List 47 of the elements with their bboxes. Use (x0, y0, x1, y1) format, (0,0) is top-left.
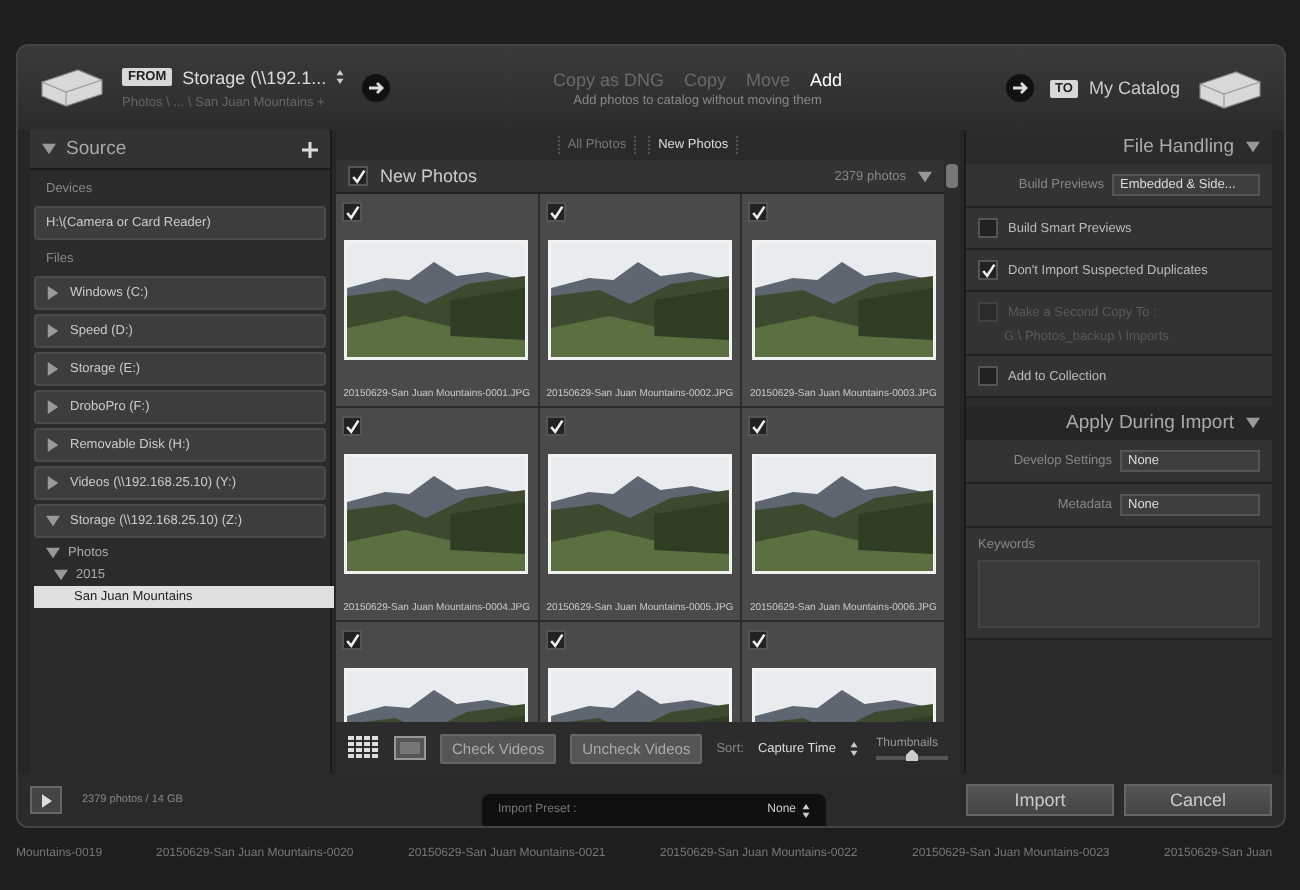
panel-title: Apply During Import (1066, 412, 1234, 434)
dialog-button[interactable]: Cancel (1124, 784, 1272, 816)
checkbox[interactable] (545, 416, 566, 436)
collapse-triangle-icon[interactable] (1246, 140, 1260, 154)
collapse-triangle-icon[interactable] (918, 169, 932, 183)
expand-triangle-icon[interactable] (46, 476, 60, 490)
checkbox[interactable] (342, 630, 362, 650)
checkbox[interactable] (348, 166, 368, 186)
collapse-triangle-icon[interactable] (42, 142, 56, 156)
dropdown-arrows-icon (849, 741, 858, 755)
dialog-button[interactable]: Import (966, 784, 1114, 816)
checkbox[interactable] (748, 630, 769, 650)
dropdown-arrows-icon (802, 803, 810, 817)
scrollbar-thumb[interactable] (946, 164, 958, 188)
expand-triangle-icon[interactable] (46, 400, 60, 414)
destination-catalog[interactable]: My Catalog (1088, 78, 1180, 98)
drive-icon (1196, 68, 1264, 112)
checkbox[interactable] (978, 260, 998, 280)
group-title: New Photos (380, 166, 478, 186)
expand-triangle-icon[interactable] (46, 362, 60, 376)
drive-icon (38, 66, 106, 110)
checkbox[interactable] (342, 416, 362, 436)
collapse-triangle-icon[interactable] (1246, 416, 1260, 430)
expand-triangle-icon[interactable] (46, 438, 60, 452)
expand-button[interactable] (30, 786, 62, 814)
arrow-right-icon (362, 74, 390, 102)
checkbox[interactable] (748, 202, 769, 222)
checkbox[interactable] (545, 630, 566, 650)
expand-triangle-icon[interactable] (46, 286, 60, 300)
collapse-triangle-icon[interactable] (46, 514, 60, 528)
arrow-right-icon (1005, 74, 1034, 102)
checkbox[interactable] (748, 416, 769, 436)
grid-view-icon[interactable] (348, 736, 380, 760)
checkbox[interactable] (545, 202, 566, 222)
checkbox[interactable] (978, 366, 998, 386)
panel-title: Source (66, 138, 127, 160)
expand-triangle-icon[interactable] (46, 324, 60, 338)
panel-title: File Handling (1123, 136, 1234, 158)
add-icon[interactable] (302, 141, 318, 157)
source-dropdown[interactable]: Storage (\\192.1... (182, 67, 327, 87)
loupe-view-icon[interactable] (394, 736, 426, 760)
slider-thumb[interactable] (906, 749, 918, 761)
play-icon (41, 793, 51, 807)
checkbox[interactable] (978, 218, 998, 238)
dropdown-arrows-icon (336, 70, 345, 84)
checkbox[interactable] (342, 202, 362, 222)
import-mode-option[interactable]: Add (810, 69, 843, 89)
